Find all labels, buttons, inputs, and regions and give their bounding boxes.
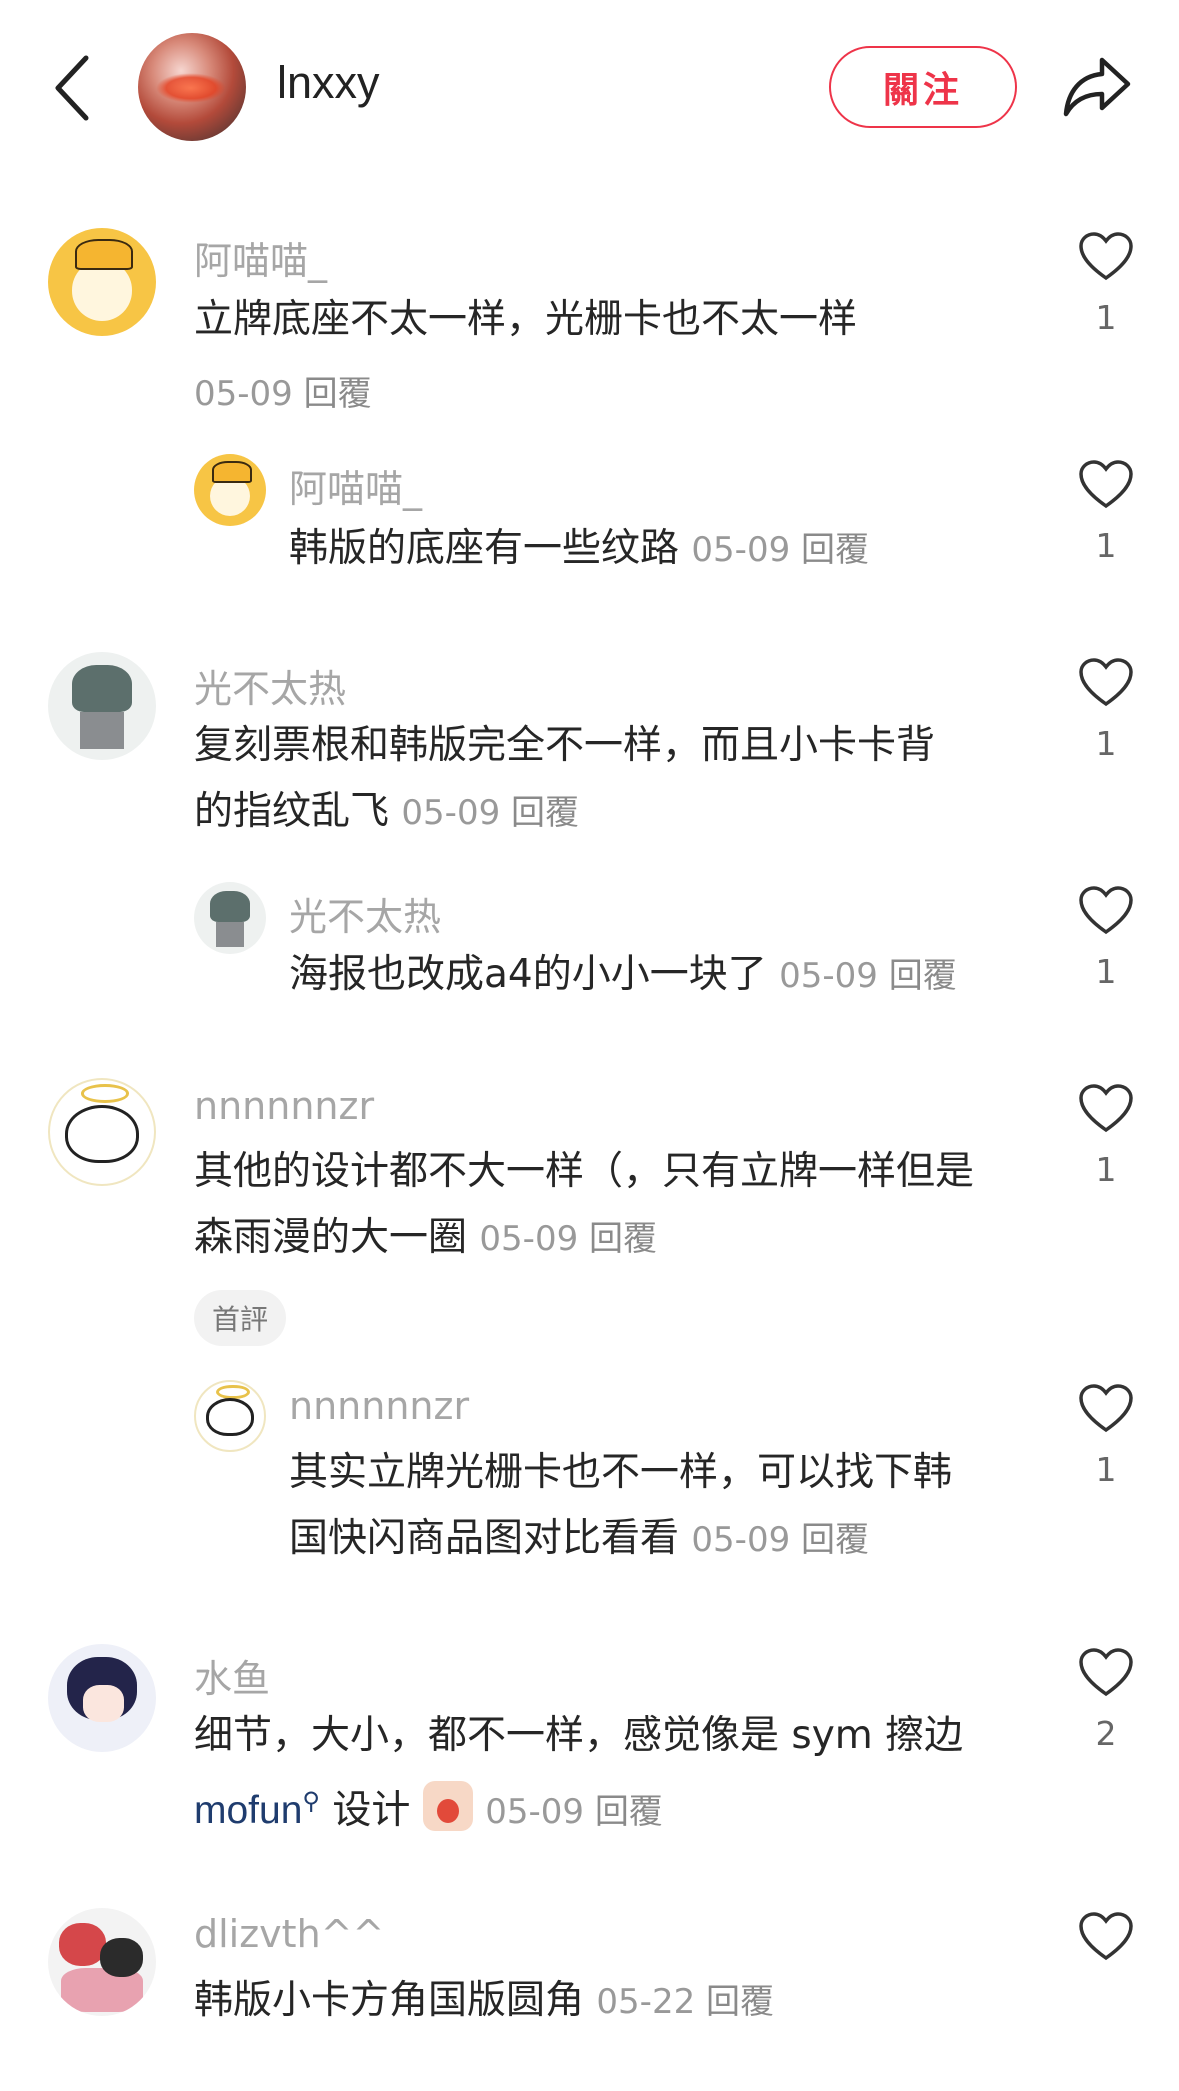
like-count: 2: [1095, 1714, 1117, 1753]
crying-face-emoji-icon: [422, 1781, 473, 1831]
reply-text: 海报也改成a4的小小一块了 05-09 回覆: [289, 952, 957, 997]
comment-date: 05-22: [596, 1982, 696, 2022]
profile-username[interactable]: lnxxy: [277, 57, 380, 109]
share-icon[interactable]: [1062, 54, 1132, 120]
avatar[interactable]: [194, 454, 266, 526]
comment-date: 05-09: [194, 374, 293, 414]
reply-date: 05-09: [691, 530, 791, 570]
avatar[interactable]: [194, 1380, 266, 1452]
comment-text: 其他的设计都不大一样（，只有立牌一样但是 森雨漫的大一圈 05-09 回覆: [194, 1149, 975, 1260]
like-count: 1: [1095, 1450, 1117, 1489]
like-count: 1: [1095, 724, 1117, 763]
reply-username[interactable]: nnnnnnzr: [289, 1384, 469, 1428]
heart-icon[interactable]: [1078, 232, 1134, 282]
heart-icon[interactable]: [1078, 1384, 1134, 1434]
avatar[interactable]: [48, 228, 156, 336]
avatar[interactable]: [194, 882, 266, 954]
heart-icon[interactable]: [1078, 1912, 1134, 1962]
reply-button[interactable]: 回覆: [304, 374, 372, 414]
heart-icon[interactable]: [1078, 460, 1134, 510]
reply-date: 05-09: [779, 956, 878, 996]
reply-button[interactable]: 回覆: [706, 1982, 774, 2022]
reply-text: 韩版的底座有一些纹路 05-09 回覆: [289, 526, 870, 571]
reply-username[interactable]: 光不太热: [289, 886, 441, 941]
mention-link[interactable]: mofun: [194, 1789, 302, 1832]
reply-button[interactable]: 回覆: [511, 793, 579, 833]
reply-text: 其实立牌光栅卡也不一样，可以找下韩 国快闪商品图对比看看 05-09 回覆: [289, 1450, 953, 1561]
heart-icon[interactable]: [1078, 658, 1134, 708]
like-count: 1: [1095, 952, 1117, 991]
back-chevron-icon[interactable]: [48, 52, 98, 124]
comment-username[interactable]: dlizvth^^: [194, 1912, 384, 1956]
comment-text: 复刻票根和韩版完全不一样，而且小卡卡背 的指纹乱飞 05-09 回覆: [194, 723, 936, 834]
like-count: 1: [1095, 1150, 1117, 1189]
like-count: 1: [1095, 298, 1117, 337]
profile-avatar[interactable]: [138, 33, 246, 141]
comment-username[interactable]: 水鱼: [194, 1648, 270, 1703]
comment-text: 立牌底座不太一样，光栅卡也不太一样: [194, 297, 858, 342]
avatar[interactable]: [48, 1078, 156, 1186]
avatar[interactable]: [48, 1908, 156, 2016]
first-comment-badge: 首評: [194, 1290, 287, 1346]
top-bar: lnxxy 關注: [0, 0, 1179, 175]
comment-meta: 05-09 回覆: [194, 366, 372, 415]
comment-date: 05-09: [479, 1219, 579, 1259]
comment-text: 细节，大小，都不一样，感觉像是 sym 擦边 mofun⚲ 设计 05-09 回…: [194, 1713, 964, 1833]
avatar[interactable]: [48, 1644, 156, 1752]
search-icon: ⚲: [302, 1788, 320, 1815]
comment-username[interactable]: nnnnnnzr: [194, 1084, 374, 1128]
comment-date: 05-09: [401, 793, 501, 833]
comment-username[interactable]: 光不太热: [194, 658, 346, 713]
reply-button[interactable]: 回覆: [589, 1219, 657, 1259]
heart-icon[interactable]: [1078, 1648, 1134, 1698]
reply-button[interactable]: 回覆: [801, 530, 869, 570]
reply-button[interactable]: 回覆: [889, 956, 957, 996]
heart-icon[interactable]: [1078, 886, 1134, 936]
follow-button[interactable]: 關注: [829, 46, 1017, 128]
comment-date: 05-09: [485, 1792, 584, 1832]
like-count: 1: [1095, 526, 1117, 565]
comment-username[interactable]: 阿喵喵_: [194, 230, 327, 285]
comment-text: 韩版小卡方角国版圆角 05-22 回覆: [194, 1978, 775, 2023]
reply-username[interactable]: 阿喵喵_: [289, 458, 422, 513]
reply-button[interactable]: 回覆: [595, 1792, 663, 1832]
reply-button[interactable]: 回覆: [801, 1520, 869, 1560]
heart-icon[interactable]: [1078, 1084, 1134, 1134]
avatar[interactable]: [48, 652, 156, 760]
reply-date: 05-09: [691, 1520, 791, 1560]
